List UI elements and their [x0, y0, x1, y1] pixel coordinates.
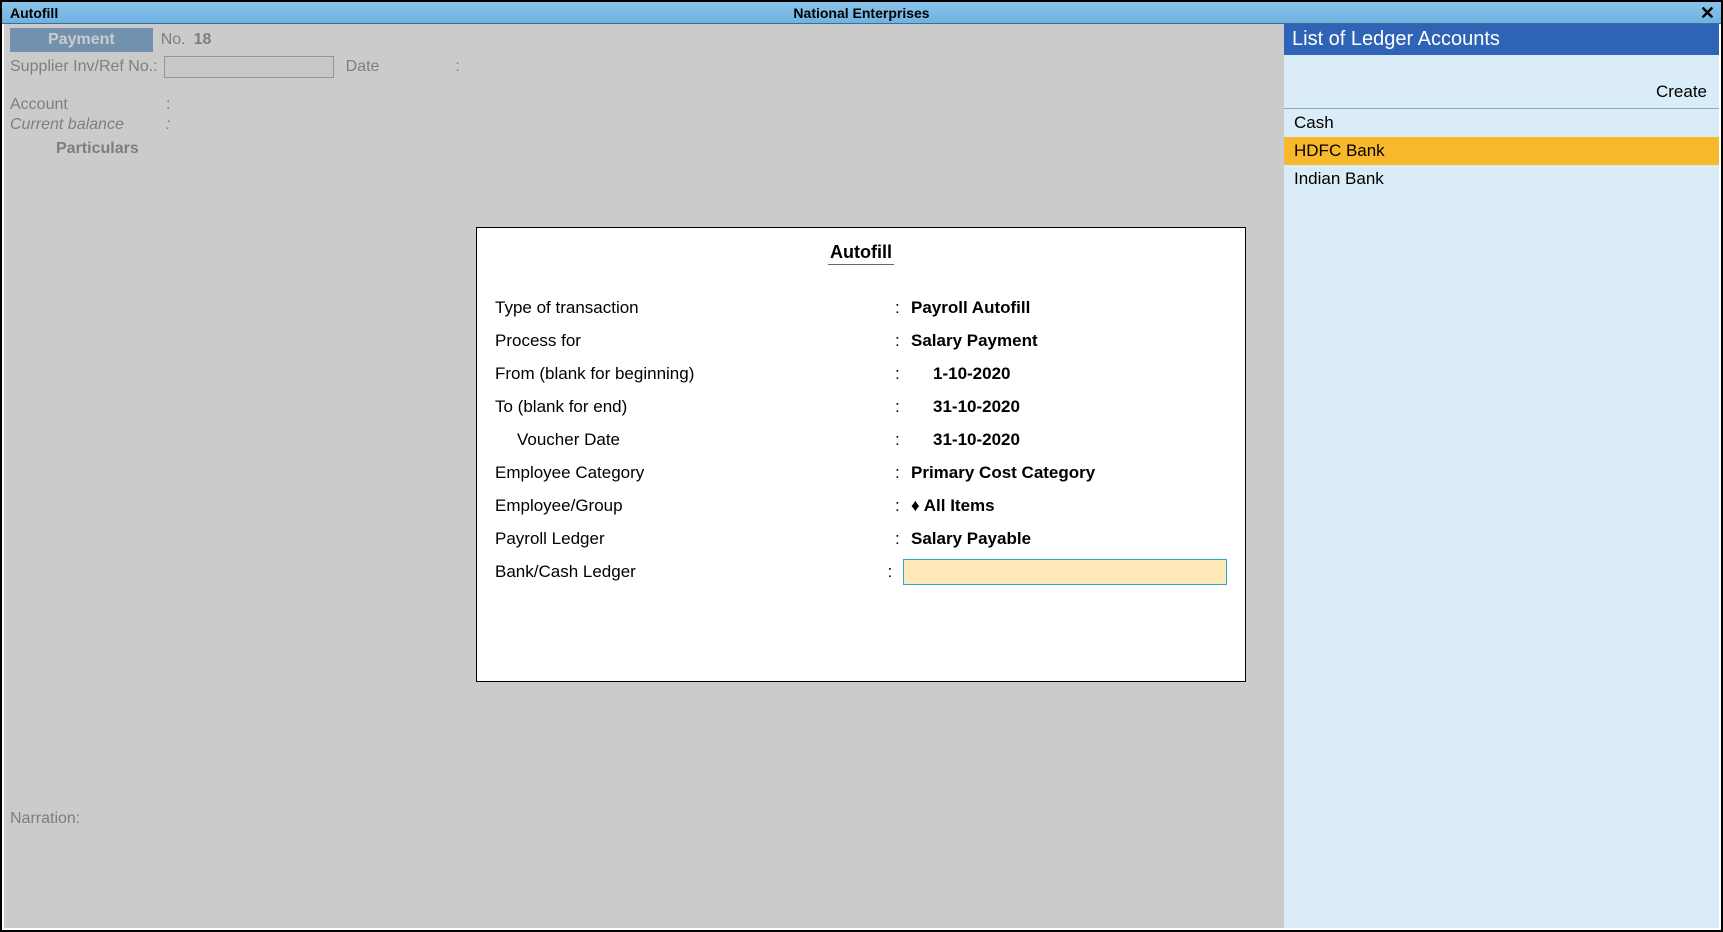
payroll-ledger-label: Payroll Ledger	[495, 522, 895, 555]
ledger-create-link[interactable]: Create	[1284, 55, 1719, 109]
ledger-item[interactable]: Indian Bank	[1284, 165, 1719, 193]
titlebar-left: Autofill	[10, 5, 58, 21]
ledger-item[interactable]: HDFC Bank	[1284, 137, 1719, 165]
voucher-date-label: Voucher Date	[495, 423, 895, 456]
ledger-panel-title: List of Ledger Accounts	[1284, 24, 1719, 55]
voucher-date-value[interactable]: 31-10-2020	[911, 423, 1020, 456]
ledger-list: CashHDFC BankIndian Bank	[1284, 109, 1719, 928]
employee-group-label: Employee/Group	[495, 489, 895, 522]
titlebar: Autofill National Enterprises ✕	[2, 2, 1721, 24]
bank-cash-ledger-label: Bank/Cash Ledger	[495, 555, 887, 588]
employee-category-label: Employee Category	[495, 456, 895, 489]
employee-category-value[interactable]: Primary Cost Category	[911, 456, 1095, 489]
process-for-label: Process for	[495, 324, 895, 357]
bank-cash-ledger-input[interactable]	[903, 559, 1227, 585]
to-date-label: To (blank for end)	[495, 390, 895, 423]
payroll-ledger-value[interactable]: Salary Payable	[911, 522, 1031, 555]
close-icon[interactable]: ✕	[1700, 4, 1715, 22]
ledger-item[interactable]: Cash	[1284, 109, 1719, 137]
from-date-value[interactable]: 1-10-2020	[911, 357, 1011, 390]
autofill-dialog: Autofill Type of transaction : Payroll A…	[476, 227, 1246, 682]
employee-group-value[interactable]: ♦ All Items	[911, 489, 995, 522]
type-of-transaction-value[interactable]: Payroll Autofill	[911, 291, 1030, 324]
from-date-label: From (blank for beginning)	[495, 357, 895, 390]
type-of-transaction-label: Type of transaction	[495, 291, 895, 324]
titlebar-center: National Enterprises	[793, 5, 929, 21]
ledger-accounts-panel: List of Ledger Accounts Create CashHDFC …	[1284, 24, 1719, 928]
process-for-value[interactable]: Salary Payment	[911, 324, 1038, 357]
to-date-value[interactable]: 31-10-2020	[911, 390, 1020, 423]
autofill-title: Autofill	[495, 242, 1227, 263]
